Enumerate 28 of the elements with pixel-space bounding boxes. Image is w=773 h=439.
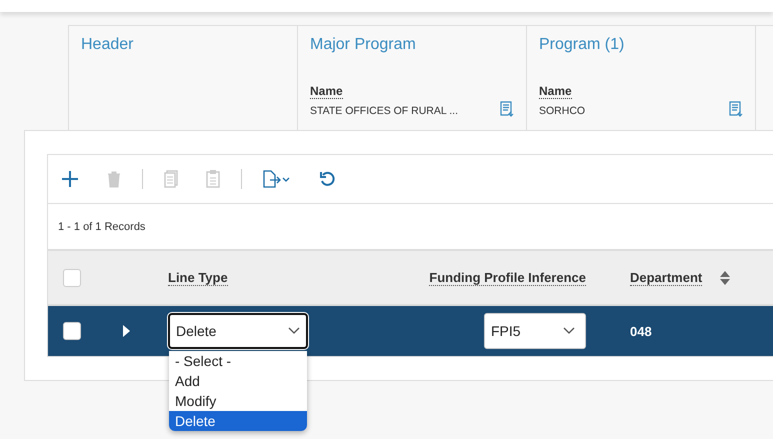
field-value: SORHCO <box>539 105 586 117</box>
dropdown-option[interactable]: Add <box>169 371 307 391</box>
select-all-checkbox[interactable] <box>63 268 81 286</box>
line-type-select[interactable]: Delete <box>168 313 308 349</box>
expand-caret-icon[interactable] <box>121 324 131 338</box>
caret-icon <box>563 327 575 335</box>
column-title: Major Program <box>310 36 416 54</box>
field-label: Name <box>310 84 343 99</box>
column-title: Header <box>81 36 134 54</box>
table-cell: 048 <box>630 324 652 338</box>
record-count: 1 - 1 of 1 Records <box>58 220 146 232</box>
column-header[interactable]: Line Type <box>168 270 228 286</box>
field-label: Name <box>539 84 572 99</box>
row-checkbox[interactable] <box>63 322 81 340</box>
column-header[interactable]: Department <box>630 270 702 286</box>
caret-icon <box>288 327 300 335</box>
field-value: STATE OFFICES OF RURAL ... <box>310 105 458 117</box>
document-icon[interactable] <box>500 101 514 117</box>
add-button[interactable] <box>60 169 80 189</box>
dropdown-option[interactable]: - Select - <box>169 351 307 371</box>
funding-profile-select[interactable]: FPI5 <box>484 313 586 349</box>
dropdown-option[interactable]: Delete <box>169 411 307 431</box>
column-header[interactable]: Funding Profile Inference <box>429 270 586 286</box>
dropdown-option[interactable]: Modify <box>169 391 307 411</box>
sort-icon[interactable] <box>720 270 730 284</box>
document-icon[interactable] <box>729 101 743 117</box>
export-button[interactable] <box>262 169 292 189</box>
column-title: Program (1) <box>539 36 624 54</box>
